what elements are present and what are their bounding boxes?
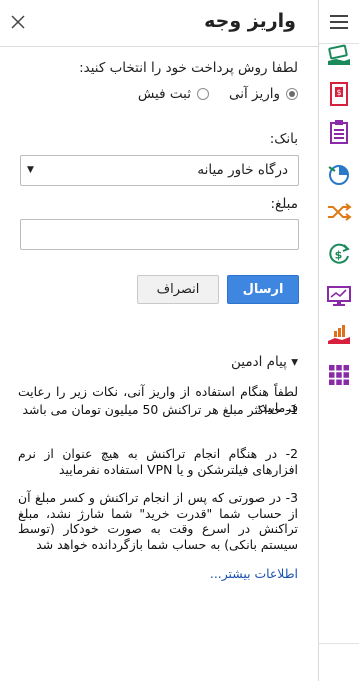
admin-note-1: 1- حداکثر مبلغ هر تراکنش 50 میلیون تومان… bbox=[22, 402, 298, 417]
hand-chart-icon[interactable] bbox=[319, 316, 359, 352]
monitor-chart-icon[interactable] bbox=[319, 278, 359, 314]
amount-label: مبلغ: bbox=[270, 196, 298, 212]
admin-note-3: 3- در صورتی که پس از انجام تراکنش و کسر … bbox=[18, 490, 298, 552]
menu-icon[interactable] bbox=[319, 4, 359, 40]
panel-header: واریز وجه bbox=[0, 0, 318, 47]
svg-text:$: $ bbox=[336, 88, 341, 97]
payment-method-group: واریز آنی ثبت فیش bbox=[124, 86, 298, 102]
deposit-hand-icon[interactable] bbox=[319, 38, 359, 74]
more-info-link[interactable]: اطلاعات بیشتر... bbox=[210, 566, 298, 581]
deposit-panel: واریز وجه لطفا روش پرداخت خود را انتخاب … bbox=[0, 0, 318, 681]
method-receipt-option[interactable]: ثبت فیش bbox=[138, 86, 209, 102]
bank-label: بانک: bbox=[269, 131, 298, 147]
page-title: واریز وجه bbox=[204, 10, 296, 32]
admin-note-2: 2- در هنگام انجام تراکنش به هیچ عنوان از… bbox=[18, 446, 298, 477]
method-instant-radio[interactable] bbox=[286, 88, 298, 100]
bank-selected-value: درگاه خاور میانه bbox=[197, 162, 288, 178]
close-icon[interactable] bbox=[9, 13, 27, 31]
pie-chart-icon[interactable] bbox=[319, 156, 359, 192]
method-instant-label: واریز آنی bbox=[228, 86, 280, 102]
dropdown-arrow-icon: ▼ bbox=[27, 165, 34, 175]
cancel-button[interactable]: انصراف bbox=[137, 275, 219, 304]
payment-method-prompt: لطفا روش پرداخت خود را انتخاب کنید: bbox=[79, 60, 298, 76]
submit-button[interactable]: ارسال bbox=[227, 275, 299, 304]
receipt-icon[interactable]: $ bbox=[319, 76, 359, 112]
method-instant-option[interactable]: واریز آنی bbox=[229, 86, 298, 102]
clipboard-icon[interactable] bbox=[319, 114, 359, 150]
amount-input[interactable] bbox=[20, 219, 299, 250]
apps-grid-icon[interactable] bbox=[319, 357, 359, 393]
method-receipt-radio[interactable] bbox=[196, 88, 209, 100]
refund-dollar-icon[interactable]: $ bbox=[319, 236, 359, 272]
shuffle-icon[interactable] bbox=[319, 194, 359, 230]
bank-select[interactable]: درگاه خاور میانه ▼ bbox=[20, 155, 299, 186]
icon-sidebar: $ $ bbox=[318, 0, 359, 681]
svg-text:$: $ bbox=[335, 249, 343, 262]
admin-message-toggle[interactable]: ▾ پیام ادمین bbox=[231, 354, 298, 370]
method-receipt-label: ثبت فیش bbox=[137, 86, 191, 102]
